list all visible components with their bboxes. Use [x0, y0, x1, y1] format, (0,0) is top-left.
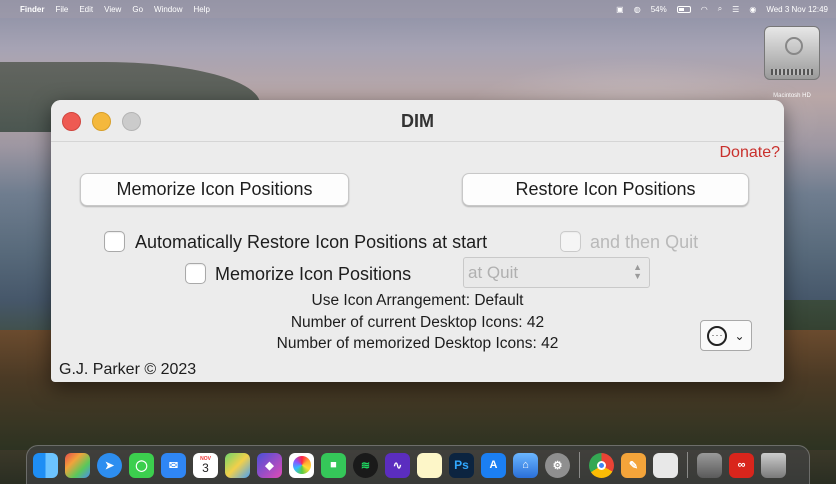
- photos-flower: [292, 456, 311, 474]
- spotlight-icon[interactable]: ⌕: [718, 4, 722, 14]
- title-bar[interactable]: DIM: [51, 100, 784, 142]
- macintosh-hd-label[interactable]: Macintosh HD: [752, 93, 832, 99]
- chevron-down-icon: ⌄: [734, 328, 745, 343]
- select-stepper-icon: ▲ ▼: [633, 262, 642, 281]
- menu-extras: ▣ ◍ 54% ◠ ⌕ ☰ ◉ Wed 3 Nov 12:49: [616, 4, 828, 14]
- control-center-icon[interactable]: ☰: [732, 5, 739, 14]
- more-options-popup[interactable]: ··· ⌄: [700, 320, 752, 351]
- hard-drive-icon: [764, 26, 820, 80]
- hard-drive-platter: [785, 37, 803, 55]
- auto-restore-label[interactable]: Automatically Restore Icon Positions at …: [135, 232, 487, 253]
- battery-icon[interactable]: [676, 5, 691, 13]
- wifi-icon[interactable]: ◠: [701, 5, 708, 14]
- photoshop-icon[interactable]: Ps: [449, 452, 474, 478]
- restore-icon-positions-button[interactable]: Restore Icon Positions: [462, 173, 749, 206]
- notes-icon[interactable]: [417, 452, 442, 478]
- then-quit-checkbox: [560, 231, 581, 252]
- creative-cloud-icon[interactable]: ∞: [729, 452, 754, 478]
- window-title: DIM: [401, 111, 434, 131]
- macintosh-hd-icon[interactable]: [762, 26, 822, 86]
- trash-icon[interactable]: [761, 452, 786, 478]
- auto-restore-checkbox[interactable]: [104, 231, 125, 252]
- dim-window: DIM Donate? Memorize Icon Positions Rest…: [51, 100, 784, 382]
- shortcuts-icon[interactable]: ◆: [257, 452, 282, 478]
- downloads-stack-icon[interactable]: [697, 452, 722, 478]
- pages-icon[interactable]: ✎: [621, 452, 646, 478]
- dock: ➤ ◯ ✉ NOV 3 ◆ ■ ≋ ∿ Ps A ⌂ ⚙ ✎ ∞: [26, 445, 810, 484]
- then-quit-label: and then Quit: [590, 232, 699, 252]
- menu-clock[interactable]: Wed 3 Nov 12:49: [766, 5, 828, 14]
- memorize-icon-positions-button[interactable]: Memorize Icon Positions: [80, 173, 349, 206]
- screen-record-icon[interactable]: ▣: [616, 5, 624, 14]
- ellipsis-icon: ···: [707, 325, 728, 346]
- safari-icon[interactable]: ➤: [97, 452, 122, 478]
- arrangement-text: Use Icon Arrangement: Default: [311, 292, 524, 309]
- menu-view[interactable]: View: [104, 5, 121, 14]
- facetime-icon[interactable]: ■: [321, 452, 346, 478]
- copyright-text: G.J. Parker © 2023: [59, 361, 197, 378]
- menu-finder[interactable]: Finder: [20, 5, 44, 14]
- mail-icon[interactable]: ✉: [161, 452, 186, 478]
- spotify-icon[interactable]: ≋: [353, 452, 378, 478]
- audio-app-icon[interactable]: ∿: [385, 452, 410, 478]
- battery-percent[interactable]: 54%: [651, 5, 667, 14]
- menu-edit[interactable]: Edit: [79, 5, 93, 14]
- quit-timing-select: at Quit ▲ ▼: [463, 257, 650, 288]
- donate-link[interactable]: Donate?: [720, 144, 781, 162]
- calendar-icon[interactable]: NOV 3: [193, 452, 218, 478]
- chrome-center: [597, 460, 606, 470]
- menu-go[interactable]: Go: [132, 5, 143, 14]
- system-preferences-icon[interactable]: ⚙: [545, 452, 570, 478]
- memorize-at-quit-label[interactable]: Memorize Icon Positions: [215, 264, 411, 285]
- xcode-icon[interactable]: ⌂: [513, 452, 538, 478]
- menu-bar: Finder File Edit View Go Window Help ▣ ◍…: [0, 0, 836, 18]
- current-icons-count: Number of current Desktop Icons: 42: [290, 314, 545, 331]
- photos-icon[interactable]: [289, 452, 314, 478]
- messages-icon[interactable]: ◯: [129, 452, 154, 478]
- quit-timing-value: at Quit: [468, 263, 519, 282]
- vpn-icon[interactable]: ◍: [634, 5, 641, 14]
- menu-window[interactable]: Window: [154, 5, 182, 14]
- memorize-at-quit-checkbox[interactable]: [185, 263, 206, 284]
- chrome-icon[interactable]: [589, 452, 614, 478]
- finder-icon[interactable]: [33, 452, 58, 478]
- preview-icon[interactable]: [653, 452, 678, 478]
- dock-separator-2: [687, 452, 688, 478]
- launchpad-icon[interactable]: [65, 452, 90, 478]
- calendar-day: 3: [202, 460, 209, 475]
- siri-icon[interactable]: ◉: [749, 5, 756, 14]
- menu-file[interactable]: File: [55, 5, 68, 14]
- dock-separator: [579, 452, 580, 478]
- memorized-icons-count: Number of memorized Desktop Icons: 42: [276, 335, 559, 352]
- menu-help[interactable]: Help: [193, 5, 209, 14]
- app-store-icon[interactable]: A: [481, 452, 506, 478]
- maps-icon[interactable]: [225, 452, 250, 478]
